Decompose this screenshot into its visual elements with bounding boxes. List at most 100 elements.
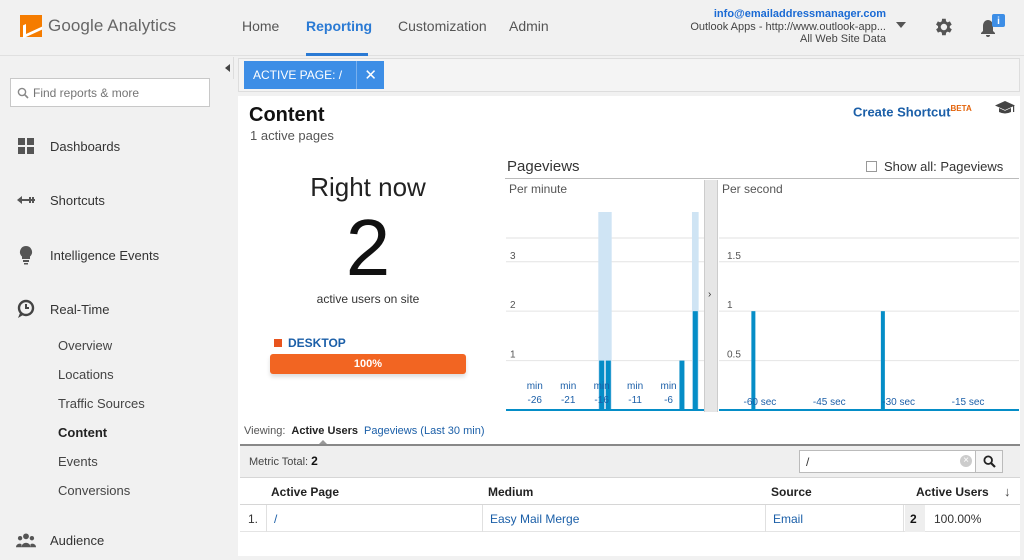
sidebar-sub-overview[interactable]: Overview xyxy=(58,338,112,353)
search-icon xyxy=(17,87,29,99)
nav-customization[interactable]: Customization xyxy=(398,18,487,34)
x-tick-label: -15 sec xyxy=(952,397,985,408)
sidebar-item-real-time[interactable]: Real-Time xyxy=(16,297,109,321)
notifications-bell-icon[interactable]: i xyxy=(976,12,1006,42)
x-tick-label: -11 xyxy=(628,395,642,406)
notification-badge: i xyxy=(997,16,1000,27)
create-shortcut-label: Create Shortcut xyxy=(853,104,951,120)
sidebar-sub-conversions[interactable]: Conversions xyxy=(58,483,130,498)
metric-total-label: Metric Total: xyxy=(249,456,309,468)
account-view: All Web Site Data xyxy=(799,33,886,45)
show-all-toggle[interactable]: Show all: Pageviews xyxy=(866,159,1003,174)
per-minute-chart: Per minute 1 2 3 min -26 min -21 min -16 min -11 min… xyxy=(506,182,704,411)
sidebar-item-dashboards[interactable]: Dashboards xyxy=(16,134,120,158)
nav-home[interactable]: Home xyxy=(242,18,279,34)
column-divider xyxy=(903,505,904,532)
sidebar-item-label: Audience xyxy=(50,532,105,548)
active-page-filter-chip[interactable]: ACTIVE PAGE: / ✕ xyxy=(244,61,385,89)
sidebar-sub-locations[interactable]: Locations xyxy=(58,367,114,382)
y-tick-label: 2 xyxy=(510,300,516,311)
sidebar-item-shortcuts[interactable]: Shortcuts xyxy=(16,188,105,212)
sidebar-item-intelligence-events[interactable]: Intelligence Events xyxy=(16,243,159,267)
nav-reporting[interactable]: Reporting xyxy=(306,18,372,34)
table-filter[interactable] xyxy=(799,450,977,473)
search-icon xyxy=(982,455,996,468)
row-active-page-link[interactable]: / xyxy=(274,512,277,526)
device-label[interactable]: DESKTOP xyxy=(288,336,346,350)
account-selector[interactable]: info@emailaddressmanager.com Outlook App… xyxy=(690,8,886,46)
chart-bar xyxy=(880,311,885,410)
report-search[interactable] xyxy=(10,78,210,107)
table-footer-space xyxy=(240,533,1020,556)
y-tick-label: 1 xyxy=(727,300,733,311)
viewing-label: Viewing: xyxy=(244,425,286,437)
x-tick-unit: min xyxy=(594,381,610,392)
chart-bar xyxy=(679,360,685,410)
viewing-pageviews-tab[interactable]: Pageviews (Last 30 min) xyxy=(364,425,484,437)
sidebar-sub-traffic-sources[interactable]: Traffic Sources xyxy=(58,396,145,411)
page-subtitle: 1 active pages xyxy=(250,128,334,143)
google-analytics-logo[interactable]: Google Analytics xyxy=(20,12,176,40)
x-tick-unit: min xyxy=(660,381,676,392)
sidebar-sub-events[interactable]: Events xyxy=(58,454,98,469)
people-icon xyxy=(16,530,36,550)
metric-total: Metric Total: 2 xyxy=(249,454,318,468)
chart-bar xyxy=(751,311,756,410)
shortcut-arrow-icon xyxy=(16,190,36,210)
sidebar-sub-content[interactable]: Content xyxy=(58,425,107,440)
x-tick-label: -26 xyxy=(528,395,543,406)
sidebar-item-label: Shortcuts xyxy=(50,192,105,208)
row-medium-link[interactable]: Easy Mail Merge xyxy=(490,512,579,526)
chart-bar xyxy=(692,311,698,410)
sort-descending-icon[interactable]: ↓ xyxy=(1004,484,1011,499)
pageviews-title: Pageviews xyxy=(507,158,580,175)
logo-text: Google Analytics xyxy=(48,16,177,35)
show-all-label: Show all: Pageviews xyxy=(884,159,1004,174)
row-source-link[interactable]: Email xyxy=(773,512,803,526)
active-users-count: 2 xyxy=(345,203,391,292)
table-filter-input[interactable] xyxy=(806,454,956,469)
row-active-users: 2 xyxy=(910,512,917,526)
viewing-switcher: Viewing: Active Users Pageviews (Last 30… xyxy=(244,425,485,446)
x-tick-unit: min xyxy=(527,381,543,392)
account-property: Outlook Apps - http://www.outlook-app... xyxy=(690,20,886,33)
show-all-checkbox[interactable] xyxy=(866,161,877,172)
chevron-right-icon[interactable]: › xyxy=(708,290,714,300)
table-search-button[interactable] xyxy=(975,450,1003,473)
column-header-medium[interactable]: Medium xyxy=(488,485,533,499)
metric-total-value: 2 xyxy=(311,454,318,468)
x-tick-label: -45 sec xyxy=(813,397,846,408)
search-input[interactable] xyxy=(33,85,203,100)
y-tick-label: 1.5 xyxy=(727,251,741,262)
x-tick-label: -60 sec xyxy=(744,397,777,408)
right-now-heading: Right now xyxy=(310,172,426,202)
sidebar-item-audience[interactable]: Audience xyxy=(16,528,104,552)
sidebar-item-label: Real-Time xyxy=(50,301,110,317)
analytics-logo-icon xyxy=(20,15,42,37)
x-tick-label: -30 sec xyxy=(882,397,915,408)
account-dropdown-icon[interactable] xyxy=(896,22,906,28)
column-divider xyxy=(482,505,483,532)
viewing-active-users-tab[interactable]: Active Users xyxy=(291,425,358,446)
device-share-bar: 100% xyxy=(270,354,466,374)
grid-icon xyxy=(16,136,36,156)
active-users-label: active users on site xyxy=(316,292,420,306)
x-tick-label: -21 xyxy=(561,395,576,406)
graduation-cap-icon[interactable] xyxy=(994,100,1016,116)
column-header-active-users[interactable]: Active Users xyxy=(916,485,989,499)
gear-icon[interactable] xyxy=(932,16,954,38)
x-tick-unit: min xyxy=(560,381,576,392)
column-divider xyxy=(266,505,267,532)
y-tick-label: 0.5 xyxy=(727,350,741,361)
column-header-active-page[interactable]: Active Page xyxy=(271,485,339,499)
create-shortcut-link[interactable]: Create ShortcutBETA xyxy=(853,104,972,119)
page-title: Content xyxy=(249,104,325,126)
close-icon[interactable]: ✕ xyxy=(356,61,384,89)
nav-admin[interactable]: Admin xyxy=(509,18,549,34)
nav-active-underline xyxy=(306,53,368,56)
column-header-source[interactable]: Source xyxy=(771,485,812,499)
column-divider xyxy=(765,505,766,532)
clear-filter-icon[interactable]: × xyxy=(960,455,972,467)
device-share-pct: 100% xyxy=(353,358,383,370)
sidebar-collapse-toggle[interactable] xyxy=(222,57,234,79)
